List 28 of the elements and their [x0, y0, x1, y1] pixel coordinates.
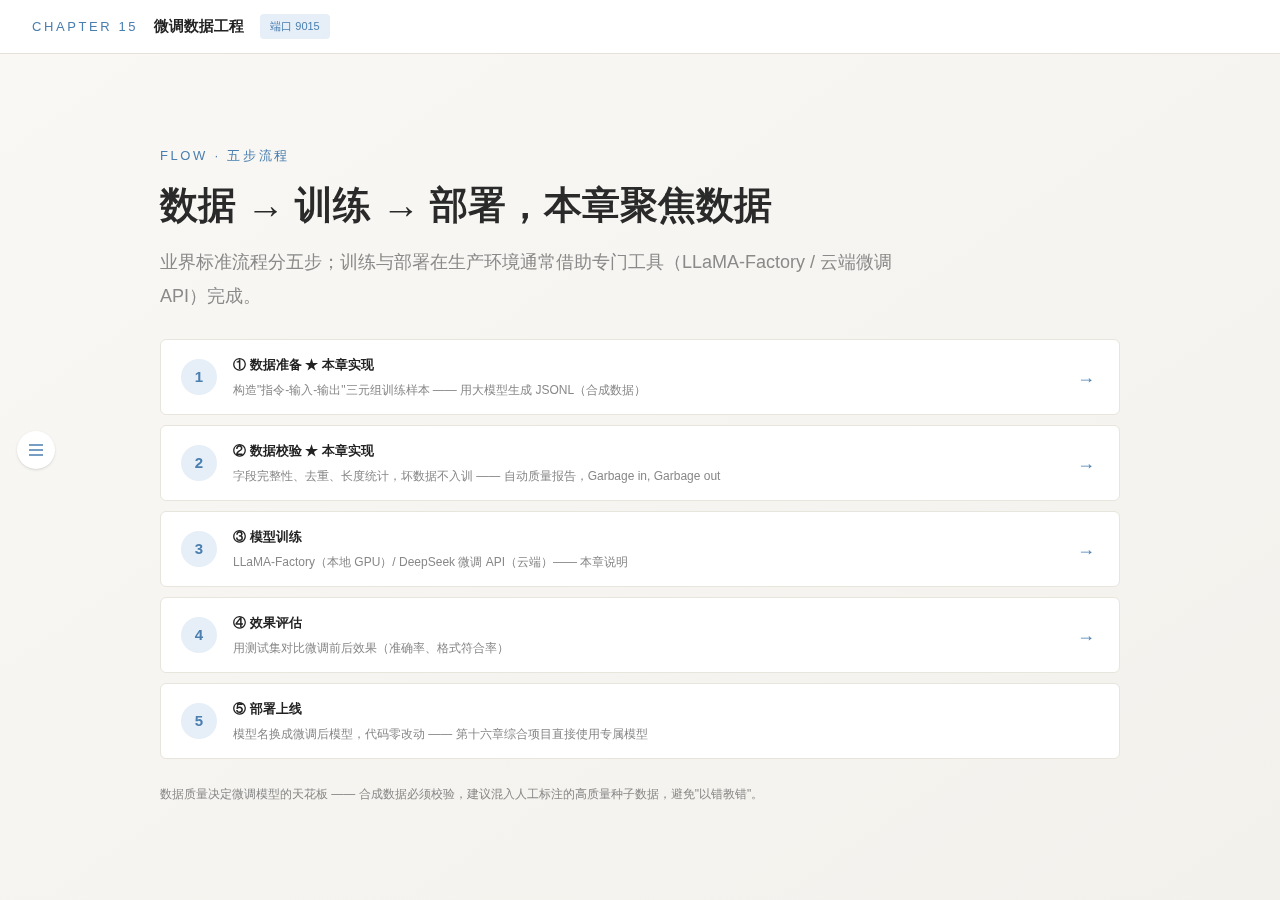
step-description: 构造"指令-输入-输出"三元组训练样本 —— 用大模型生成 JSONL（合成数据） — [233, 381, 648, 399]
menu-button[interactable] — [17, 431, 55, 469]
lead-paragraph: 业界标准流程分五步；训练与部署在生产环境通常借助专门工具（LLaMA-Factory / 云端微调 API）完成。 — [160, 251, 894, 308]
section-eyebrow: FLOW · 五步流程 — [160, 147, 291, 165]
port-badge: 端口 9015 — [260, 14, 330, 39]
step-description: 字段完整性、去重、长度统计，坏数据不入训 —— 自动质量报告，Garbage in, Garbage out — [233, 467, 722, 485]
step-arrow: → — [1077, 451, 1095, 475]
step-arrow: → — [1077, 537, 1095, 561]
step-description: LLaMA-Factory（本地 GPU）/ DeepSeek 微调 API（云端）—— 本章说明 — [233, 553, 630, 571]
menu-icon — [29, 444, 43, 456]
step-number: 4 — [181, 617, 217, 653]
step-description: 模型名换成微调后模型，代码零改动 —— 第十六章综合项目直接使用专属模型 — [233, 725, 649, 743]
step-number: 3 — [181, 531, 217, 567]
step-title: ② 数据校验 ★ 本章实现 — [233, 442, 375, 461]
step-number: 1 — [181, 359, 217, 395]
step-title: ① 数据准备 ★ 本章实现 — [233, 356, 375, 375]
page-heading: 数据 → 训练 → 部署，本章聚焦数据 — [160, 182, 774, 228]
step-number: 5 — [181, 703, 217, 739]
step-number: 2 — [181, 445, 217, 481]
step-title: ⑤ 部署上线 — [233, 700, 303, 719]
step-description: 用测试集对比微调前后效果（准确率、格式符合率） — [233, 639, 510, 657]
chapter-label: CHAPTER 15 — [32, 17, 139, 36]
chapter-title: 微调数据工程 — [154, 16, 245, 37]
step-arrow: → — [1077, 365, 1095, 389]
step-arrow: → — [1077, 623, 1095, 647]
step-title: ③ 模型训练 — [233, 528, 303, 547]
step-title: ④ 效果评估 — [233, 614, 303, 633]
footnote: 数据质量决定微调模型的天花板 —— 合成数据必须校验，建议混入人工标注的高质量种子数据，避免"以错教错"。 — [160, 786, 765, 803]
